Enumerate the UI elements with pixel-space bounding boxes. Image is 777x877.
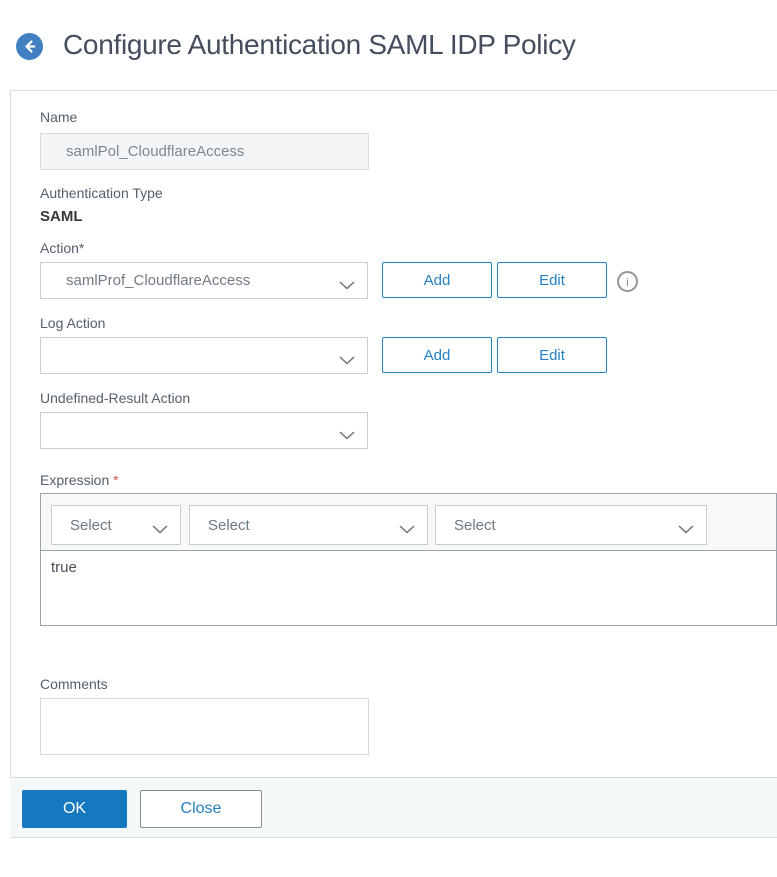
undefined-result-action-select[interactable] [40,412,368,449]
info-icon-glyph: i [626,274,629,289]
configure-saml-idp-policy-screen: Configure Authentication SAML IDP Policy… [0,0,777,877]
log-action-label: Log Action [40,315,106,331]
chevron-down-icon [678,521,694,538]
footer-bar: OK Close [10,777,777,838]
comments-label: Comments [40,676,108,692]
name-label: Name [40,109,78,125]
expression-select-2[interactable]: Select [189,505,428,545]
expression-input[interactable]: true [41,551,776,625]
action-edit-button[interactable]: Edit [497,262,607,298]
expression-select-1-value: Select [70,516,112,534]
undefined-result-action-label: Undefined-Result Action [40,390,191,406]
log-action-edit-button[interactable]: Edit [497,337,607,373]
required-asterisk: * [113,472,119,488]
action-add-button[interactable]: Add [382,262,492,298]
arrow-left-icon [22,39,37,54]
chevron-down-icon [399,521,415,538]
ok-button[interactable]: OK [22,790,127,828]
log-action-add-button[interactable]: Add [382,337,492,373]
chevron-down-icon [339,352,355,369]
page-title: Configure Authentication SAML IDP Policy [63,29,576,60]
action-label: Action* [40,240,85,256]
action-select-value: samlProf_CloudflareAccess [66,272,251,289]
chevron-down-icon [339,277,355,294]
chevron-down-icon [339,427,355,444]
expression-select-1[interactable]: Select [51,505,181,545]
info-icon[interactable]: i [617,271,638,292]
action-select[interactable]: samlProf_CloudflareAccess [40,262,368,299]
expression-toolbar: Select Select Select [41,494,776,551]
name-input[interactable] [40,133,369,170]
log-action-select[interactable] [40,337,368,374]
authentication-type-label: Authentication Type [40,185,163,201]
expression-select-3[interactable]: Select [435,505,707,545]
close-button[interactable]: Close [140,790,262,828]
back-button[interactable] [16,33,43,60]
expression-select-3-value: Select [454,516,496,534]
expression-label: Expression * [40,472,119,488]
chevron-down-icon [152,521,168,538]
expression-select-2-value: Select [208,516,250,534]
authentication-type-value: SAML [40,208,83,225]
comments-input[interactable] [40,698,369,755]
expression-builder: Select Select Select true [40,493,777,626]
